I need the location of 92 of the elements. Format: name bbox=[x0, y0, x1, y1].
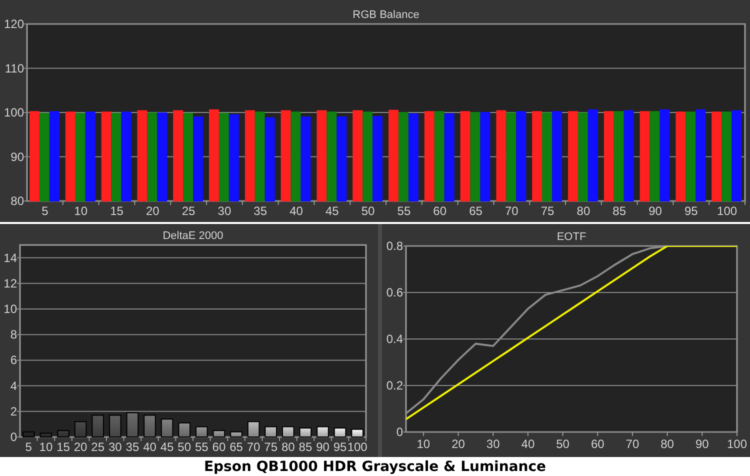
tick-label: 110 bbox=[4, 61, 24, 76]
bar bbox=[212, 430, 226, 438]
bar bbox=[160, 418, 174, 438]
tick-label: 95 bbox=[684, 204, 698, 218]
tick-label: 15 bbox=[56, 440, 70, 454]
tick-label: 5 bbox=[42, 204, 48, 218]
tick-label: 90 bbox=[10, 150, 24, 164]
tick-label: 30 bbox=[218, 204, 232, 218]
tick-label: 10 bbox=[416, 437, 430, 451]
tick-label: 15 bbox=[110, 204, 124, 218]
tick-label: 50 bbox=[556, 437, 570, 451]
tick-label: 12 bbox=[4, 276, 17, 290]
chart-title: RGB Balance bbox=[352, 9, 420, 21]
tick-label: 90 bbox=[316, 440, 330, 454]
tick-label: 80 bbox=[281, 440, 295, 454]
tick-label: 5 bbox=[25, 440, 32, 454]
tick-label: 10 bbox=[4, 302, 17, 316]
tick-label: 50 bbox=[178, 440, 192, 454]
tick-label: 60 bbox=[590, 437, 604, 451]
bar bbox=[316, 426, 329, 438]
tick-label: 20 bbox=[146, 204, 160, 218]
bar bbox=[196, 426, 208, 438]
chart-title: EOTF bbox=[556, 231, 586, 243]
tick-label: 0.2 bbox=[386, 378, 403, 392]
tick-label: 80 bbox=[10, 194, 24, 208]
tick-label: 90 bbox=[695, 437, 709, 451]
tick-label: 100 bbox=[726, 437, 748, 451]
tick-label: 8 bbox=[10, 328, 17, 342]
tick-label: 14 bbox=[4, 250, 17, 265]
bar bbox=[40, 432, 52, 438]
tick-label: 70 bbox=[626, 437, 640, 451]
tick-label: 35 bbox=[126, 440, 140, 454]
bar bbox=[230, 431, 242, 438]
tick-label: 70 bbox=[504, 204, 518, 218]
tick-label: 95 bbox=[333, 440, 347, 454]
tick-label: 70 bbox=[246, 440, 260, 454]
tick-label: 75 bbox=[540, 204, 554, 218]
tick-label: 10 bbox=[39, 440, 53, 454]
tick-label: 60 bbox=[212, 440, 226, 454]
tick-label: 20 bbox=[452, 437, 465, 451]
tick-label: 40 bbox=[521, 437, 535, 451]
bar bbox=[334, 428, 346, 438]
tick-label: 85 bbox=[612, 204, 626, 218]
tick-label: 80 bbox=[660, 437, 674, 451]
tick-label: 45 bbox=[160, 440, 174, 454]
bar bbox=[247, 421, 260, 438]
bar bbox=[264, 426, 277, 438]
caption: Epson QB1000 HDR Grayscale & Luminance bbox=[204, 460, 546, 474]
tick-label: 90 bbox=[648, 204, 662, 218]
tick-label: 65 bbox=[469, 204, 482, 218]
bar bbox=[178, 422, 190, 438]
tick-label: 0 bbox=[396, 425, 403, 439]
tick-label: 85 bbox=[298, 440, 312, 454]
tick-label: 80 bbox=[576, 204, 590, 218]
tick-label: 100 bbox=[717, 204, 738, 218]
tick-label: 6 bbox=[10, 353, 17, 368]
bar bbox=[126, 412, 139, 438]
tick-label: 2 bbox=[10, 404, 17, 418]
bar bbox=[57, 430, 70, 438]
tick-label: 100 bbox=[347, 440, 368, 454]
tick-label: 0 bbox=[10, 430, 17, 444]
tick-label: 65 bbox=[230, 440, 243, 454]
tick-label: 120 bbox=[4, 17, 24, 31]
tick-label: 4 bbox=[10, 378, 17, 393]
bar bbox=[92, 414, 104, 438]
bar bbox=[351, 428, 364, 438]
tick-label: 55 bbox=[194, 440, 208, 454]
bar bbox=[22, 431, 35, 438]
tick-label: 10 bbox=[74, 204, 88, 218]
tick-label: 35 bbox=[254, 204, 268, 218]
tick-label: 60 bbox=[433, 204, 447, 218]
tick-label: 25 bbox=[91, 440, 105, 454]
bar bbox=[144, 414, 156, 438]
bar bbox=[109, 414, 122, 438]
tick-label: 40 bbox=[290, 204, 303, 218]
bar bbox=[74, 421, 87, 438]
tick-label: 100 bbox=[4, 106, 24, 120]
bar bbox=[282, 426, 294, 438]
chart-title: DeltaE 2000 bbox=[162, 230, 224, 242]
tick-label: 40 bbox=[143, 440, 156, 454]
tick-label: 0.4 bbox=[386, 332, 403, 346]
tick-label: 55 bbox=[397, 204, 411, 218]
tick-label: 25 bbox=[182, 204, 196, 218]
tick-label: 30 bbox=[108, 440, 122, 454]
tick-label: 30 bbox=[486, 437, 500, 451]
bar bbox=[299, 428, 312, 438]
tick-label: 0.6 bbox=[386, 286, 403, 300]
tick-label: 20 bbox=[74, 440, 88, 454]
tick-label: 50 bbox=[361, 204, 375, 218]
tick-label: 45 bbox=[325, 204, 339, 218]
tick-label: 75 bbox=[264, 440, 278, 454]
tick-label: 0.8 bbox=[386, 239, 403, 253]
